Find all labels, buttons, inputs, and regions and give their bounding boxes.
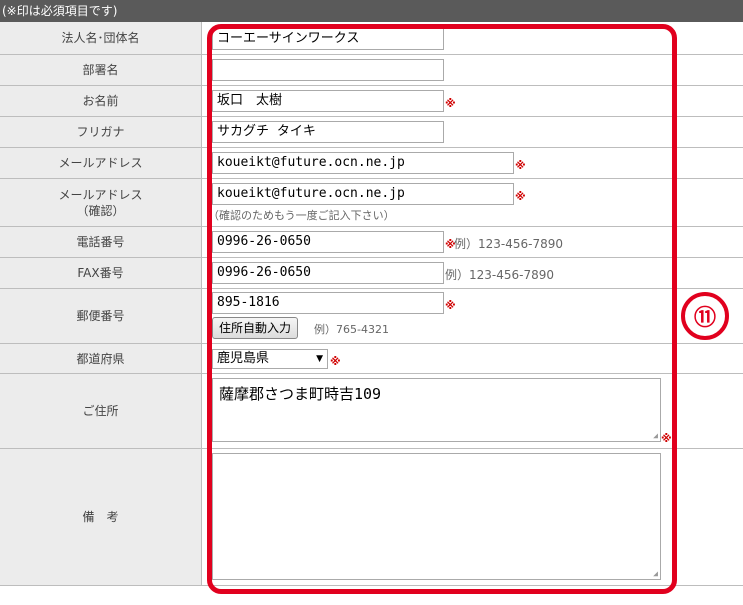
required-mark: ※ [515, 159, 526, 172]
prefecture-selected: 鹿児島県 [217, 351, 270, 366]
required-mark: ※ [515, 190, 526, 203]
postal-input[interactable]: 895-1816 [212, 292, 444, 314]
furigana-input[interactable]: サカグチ タイキ [212, 121, 444, 143]
row-email-confirm: メールアドレス （確認） koueikt@future.ocn.ne.jp ※ … [0, 179, 743, 227]
department-label: 部署名 [0, 55, 202, 85]
remarks-label: 備 考 [0, 449, 202, 585]
address-label: ご住所 [0, 374, 202, 448]
row-department: 部署名 [0, 55, 743, 86]
resize-grip-icon[interactable]: ◢ [653, 569, 658, 578]
department-input[interactable] [212, 59, 444, 81]
fax-input[interactable]: 0996-26-0650 [212, 262, 444, 284]
fax-example: 例）123-456-7890 [445, 268, 555, 282]
fax-label: FAX番号 [0, 258, 202, 288]
row-prefecture: 都道府県 鹿児島県 ▼ ※ [0, 344, 743, 374]
email-confirm-label-line2: （確認） [76, 203, 125, 218]
address-value: 薩摩郡さつま町時吉109 [219, 385, 382, 403]
email-label: メールアドレス [0, 148, 202, 178]
row-company: 法人名･団体名 コーエーサインワークス [0, 22, 743, 55]
row-address: ご住所 薩摩郡さつま町時吉109 ◢ ※ [0, 374, 743, 449]
postal-example: 例）765-4321 [314, 323, 389, 336]
row-remarks: 備 考 ◢ [0, 449, 743, 586]
prefecture-label: 都道府県 [0, 344, 202, 373]
row-name: お名前 坂口 太樹 ※ [0, 86, 743, 117]
required-mark: ※ [330, 355, 341, 368]
address-autofill-button[interactable]: 住所自動入力 [212, 317, 299, 339]
required-note: (※印は必須項目です) [0, 0, 743, 22]
furigana-label: フリガナ [0, 117, 202, 147]
row-email: メールアドレス koueikt@future.ocn.ne.jp ※ [0, 148, 743, 179]
row-furigana: フリガナ サカグチ タイキ [0, 117, 743, 148]
prefecture-select[interactable]: 鹿児島県 ▼ [212, 349, 328, 369]
company-label: 法人名･団体名 [0, 22, 202, 54]
name-label: お名前 [0, 86, 202, 116]
required-mark: ※ [445, 97, 456, 110]
email-confirm-input[interactable]: koueikt@future.ocn.ne.jp [212, 183, 514, 205]
email-confirm-label-line1: メールアドレス [58, 187, 143, 202]
company-input[interactable]: コーエーサインワークス [212, 28, 444, 50]
phone-input[interactable]: 0996-26-0650 [212, 231, 444, 253]
address-textarea[interactable]: 薩摩郡さつま町時吉109 ◢ [212, 378, 661, 442]
required-mark: ※ [661, 432, 672, 445]
annotation-marker: ⑪ [681, 292, 729, 340]
chevron-down-icon: ▼ [316, 354, 323, 364]
resize-grip-icon[interactable]: ◢ [653, 431, 658, 440]
remarks-textarea[interactable]: ◢ [212, 453, 661, 580]
email-input[interactable]: koueikt@future.ocn.ne.jp [212, 152, 514, 174]
row-phone: 電話番号 0996-26-0650 ※ 例）123-456-7890 [0, 227, 743, 258]
row-fax: FAX番号 0996-26-0650 例）123-456-7890 [0, 258, 743, 289]
postal-label: 郵便番号 [0, 289, 202, 343]
phone-label: 電話番号 [0, 227, 202, 257]
name-input[interactable]: 坂口 太樹 [212, 90, 444, 112]
email-confirm-hint: （確認のためもう一度ご記入下さい） [208, 209, 395, 222]
email-confirm-label: メールアドレス （確認） [0, 179, 202, 226]
required-mark: ※ [445, 299, 456, 312]
row-postal: 郵便番号 895-1816 ※ 住所自動入力 例）765-4321 [0, 289, 743, 344]
phone-example: 例）123-456-7890 [454, 237, 564, 251]
